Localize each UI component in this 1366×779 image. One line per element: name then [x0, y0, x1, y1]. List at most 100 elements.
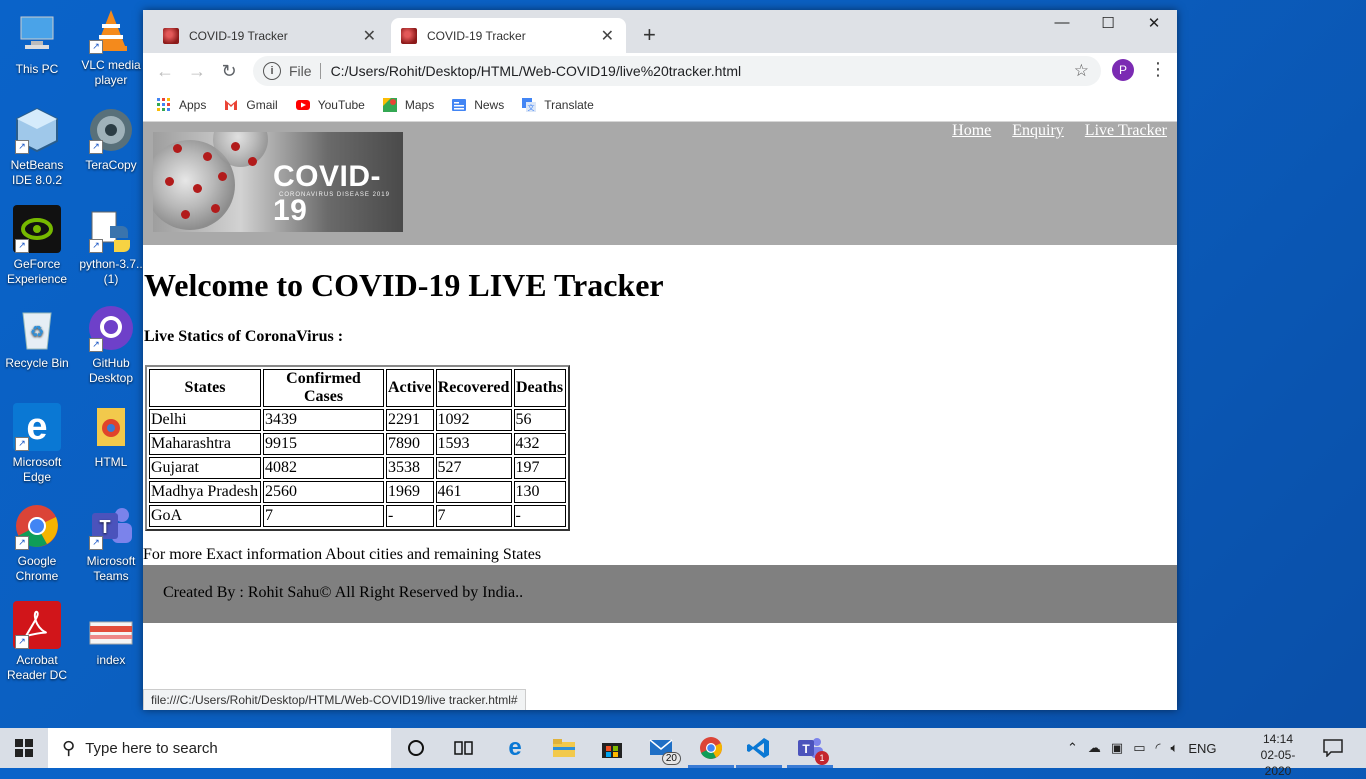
teams-taskbar-icon[interactable]: T 1 — [795, 733, 829, 765]
translate-icon: 文 — [522, 98, 537, 112]
reload-icon[interactable]: ↻ — [213, 61, 245, 82]
desktop-icon-vlc[interactable]: ↗ VLC media player — [74, 6, 148, 88]
html-file-icon — [87, 601, 135, 649]
table-cell: 2291 — [386, 409, 434, 431]
gmail-icon — [225, 100, 238, 110]
table-cell: 527 — [435, 457, 512, 479]
cortana-circle-icon[interactable] — [401, 733, 431, 763]
table-header-row: States Confirmed Cases Active Recovered … — [149, 369, 566, 407]
tab-title: COVID-19 Tracker — [189, 28, 288, 43]
windows-start-icon[interactable] — [0, 728, 48, 768]
table-cell: Maharashtra — [149, 433, 261, 455]
desktop-icon-index[interactable]: index — [74, 601, 148, 668]
svg-text:T: T — [100, 517, 111, 537]
minimize-icon[interactable]: — — [1039, 14, 1085, 31]
notification-icon[interactable] — [1318, 733, 1348, 763]
github-icon: ↗ — [87, 304, 135, 352]
html-folder-icon — [87, 403, 135, 451]
maps-icon — [382, 98, 397, 112]
taskbar: ⚲ Type here to search e 20 T 1 ⌃ ☁ ▣ ▭ ◜… — [0, 728, 1366, 778]
spike — [218, 172, 227, 181]
desktop-icon-edge[interactable]: e ↗ Microsoft Edge — [0, 403, 74, 485]
battery-icon[interactable]: ▭ — [1133, 740, 1145, 756]
more-info-text: For more Exact information About cities … — [143, 546, 542, 563]
news-icon — [452, 99, 467, 111]
desktop-icon-teracopy[interactable]: ↗ TeraCopy — [74, 106, 148, 173]
nav-live-tracker-link[interactable]: Live Tracker — [1085, 122, 1167, 139]
onedrive-cloud-icon[interactable]: ☁ — [1088, 740, 1101, 756]
table-cell: 1092 — [435, 409, 512, 431]
bookmark-news[interactable]: News — [452, 98, 504, 112]
table-cell: 432 — [513, 433, 566, 455]
mail-icon[interactable]: 20 — [647, 733, 681, 765]
table-cell: Delhi — [149, 409, 261, 431]
task-view-icon[interactable] — [449, 733, 479, 763]
link-status-bar: file:///C:/Users/Rohit/Desktop/HTML/Web-… — [143, 689, 526, 710]
desktop-icon-this-pc[interactable]: This PC — [0, 10, 74, 77]
info-icon[interactable]: i — [263, 62, 281, 80]
column-header: Deaths — [513, 369, 566, 407]
covid-banner-image: COVID-19 CORONAVIRUS DISEASE 2019 — [153, 132, 403, 232]
table-cell: 7890 — [386, 433, 434, 455]
bookmark-youtube[interactable]: YouTube — [295, 98, 365, 112]
youtube-icon — [295, 100, 310, 110]
spike — [181, 210, 190, 219]
network-adapter-icon[interactable]: ▣ — [1111, 740, 1123, 756]
table-cell: 7 — [263, 505, 384, 527]
desktop-icon-acrobat[interactable]: ↗ Acrobat Reader DC — [0, 601, 74, 683]
nav-enquiry-link[interactable]: Enquiry — [1012, 122, 1064, 139]
stats-subheading: Live Statics of CoronaVirus : — [144, 328, 344, 345]
taskbar-search-box[interactable]: ⚲ Type here to search — [48, 728, 391, 768]
table-cell: 1593 — [435, 433, 512, 455]
nav-home-link[interactable]: Home — [952, 122, 991, 139]
table-row: Maharashtra 9915 7890 1593 432 — [149, 433, 566, 455]
virus-favicon-icon — [401, 27, 417, 44]
desktop-icon-netbeans[interactable]: ↗ NetBeans IDE 8.0.2 — [0, 106, 74, 188]
file-explorer-icon[interactable] — [549, 733, 579, 763]
tab-covid-tracker-2[interactable]: COVID-19 Tracker ✕ — [391, 18, 626, 53]
bookmark-gmail[interactable]: Gmail — [224, 98, 278, 112]
edge-taskbar-icon[interactable]: e — [500, 733, 530, 763]
new-tab-plus-icon[interactable]: + — [643, 22, 656, 48]
spike — [203, 152, 212, 161]
wifi-icon[interactable]: ◜ — [1156, 740, 1161, 756]
profile-avatar[interactable]: P — [1112, 59, 1134, 81]
site-footer: Created By : Rohit Sahu© All Right Reser… — [143, 565, 1177, 623]
bookmark-star-icon[interactable]: ☆ — [1074, 61, 1089, 81]
bookmark-translate[interactable]: 文 Translate — [522, 98, 594, 112]
desktop-icon-html[interactable]: HTML — [74, 403, 148, 470]
desktop-icon-github[interactable]: ↗ GitHub Desktop — [74, 304, 148, 386]
spike — [173, 144, 182, 153]
close-icon[interactable]: ✕ — [363, 26, 376, 46]
tab-covid-tracker-1[interactable]: COVID-19 Tracker ✕ — [153, 18, 388, 53]
kebab-menu-icon[interactable]: ⋮ — [1149, 59, 1167, 80]
forward-arrow-icon[interactable]: → — [181, 61, 213, 82]
bookmark-apps[interactable]: Apps — [157, 98, 206, 112]
desktop-icon-python[interactable]: ↗ python-3.7.. (1) — [74, 205, 148, 287]
spike — [165, 177, 174, 186]
window-close-icon[interactable]: ✕ — [1131, 14, 1177, 32]
clock-time: 14:14 — [1262, 732, 1294, 746]
volume-icon[interactable]: 🔈︎ — [1171, 740, 1179, 756]
bookmark-maps[interactable]: Maps — [382, 98, 434, 112]
address-bar[interactable]: i File C:/Users/Rohit/Desktop/HTML/Web-C… — [253, 56, 1101, 86]
chrome-taskbar-icon[interactable] — [696, 733, 726, 763]
vscode-icon[interactable] — [744, 733, 774, 763]
column-header: Confirmed Cases — [263, 369, 384, 407]
desktop-icon-recycle-bin[interactable]: ♻ Recycle Bin — [0, 304, 74, 371]
store-bag-icon[interactable] — [597, 733, 627, 763]
back-arrow-icon[interactable]: ← — [149, 61, 181, 82]
table-cell: 3538 — [386, 457, 434, 479]
bookmarks-bar: Apps Gmail YouTube Maps News 文 Translate — [143, 89, 1177, 122]
column-header: Recovered — [435, 369, 512, 407]
language-indicator[interactable]: ENG — [1188, 741, 1216, 756]
close-icon[interactable]: ✕ — [601, 26, 614, 46]
taskbar-clock[interactable]: 14:14 02-05-2020 — [1250, 731, 1306, 779]
nvidia-icon: ↗ — [13, 205, 61, 253]
chevron-up-icon[interactable]: ⌃ — [1067, 740, 1078, 756]
desktop-icon-teams[interactable]: T ↗ Microsoft Teams — [74, 502, 148, 584]
desktop-icon-chrome[interactable]: ↗ Google Chrome — [0, 502, 74, 584]
desktop-icon-geforce[interactable]: ↗ GeForce Experience — [0, 205, 74, 287]
url-text[interactable]: C:/Users/Rohit/Desktop/HTML/Web-COVID19/… — [331, 63, 742, 79]
maximize-icon[interactable]: ☐ — [1085, 14, 1131, 32]
